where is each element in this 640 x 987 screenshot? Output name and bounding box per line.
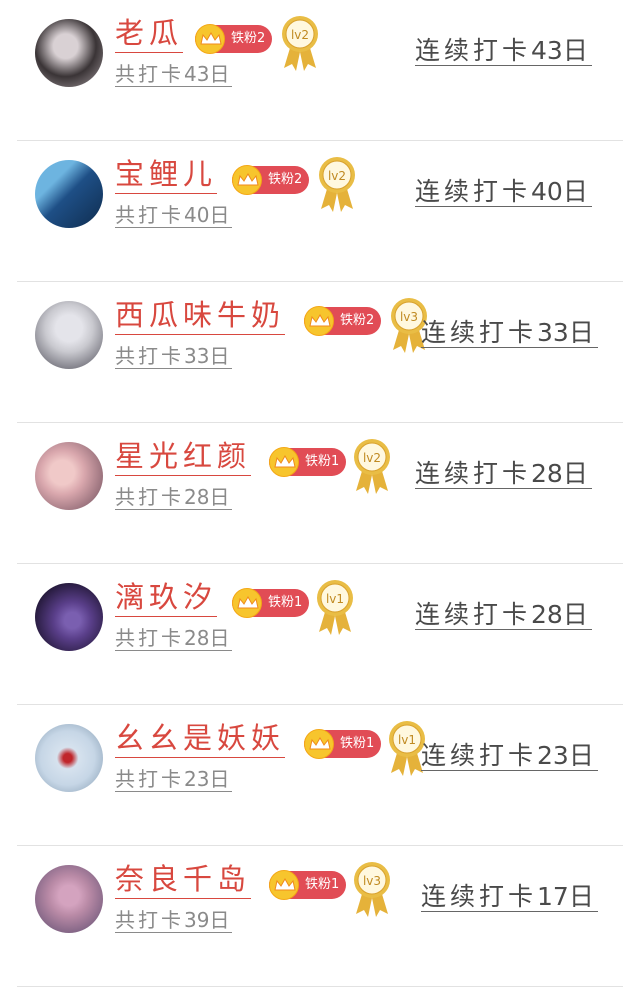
streak-checkin: 连续打卡28日	[415, 600, 592, 630]
total-checkin: 共打卡43日	[115, 62, 233, 87]
user-name[interactable]: 奈良千岛	[115, 860, 252, 899]
fan-badge-label: 铁粉2	[268, 172, 303, 187]
list-item[interactable]: 幺幺是妖妖 铁粉1 lv1 共打卡23日 连续打卡23日	[17, 705, 623, 846]
fan-badge-label: 铁粉1	[268, 595, 303, 610]
level-label: lv3	[400, 310, 418, 324]
list-item[interactable]: 星光红颜 铁粉1 lv2 共打卡28日 连续打卡28日	[17, 423, 623, 564]
user-name[interactable]: 老瓜	[115, 14, 184, 53]
streak-checkin: 连续打卡23日	[421, 741, 598, 771]
user-name[interactable]: 宝鲤儿	[115, 155, 218, 194]
total-checkin: 共打卡28日	[115, 626, 233, 651]
crown-icon	[195, 24, 225, 54]
avatar[interactable]	[35, 865, 103, 933]
avatar[interactable]	[35, 160, 103, 228]
list-item[interactable]: 老瓜 铁粉2 lv2 共打卡43日 连续打卡43日	[17, 0, 623, 141]
crown-icon	[304, 729, 334, 759]
fan-badge-label: 铁粉2	[231, 31, 266, 46]
list-item[interactable]: 奈良千岛 铁粉1 lv3 共打卡39日 连续打卡17日	[17, 846, 623, 987]
fan-badge: 铁粉1	[269, 870, 347, 900]
streak-checkin: 连续打卡43日	[415, 36, 592, 66]
level-label: lv1	[398, 733, 416, 747]
level-medal-icon: lv2	[282, 16, 318, 71]
fan-badge: 铁粉1	[232, 588, 310, 618]
level-label: lv2	[328, 169, 346, 183]
fan-badge-label: 铁粉1	[305, 877, 340, 892]
user-name[interactable]: 星光红颜	[115, 437, 252, 476]
streak-checkin: 连续打卡17日	[421, 882, 598, 912]
avatar[interactable]	[35, 442, 103, 510]
crown-icon	[269, 447, 299, 477]
fan-badge-label: 铁粉1	[305, 454, 340, 469]
list-item[interactable]: 漓玖汐 铁粉1 lv1 共打卡28日 连续打卡28日	[17, 564, 623, 705]
avatar[interactable]	[35, 583, 103, 651]
level-medal-icon: lv2	[319, 157, 355, 212]
avatar[interactable]	[35, 301, 103, 369]
list-item[interactable]: 西瓜味牛奶 铁粉2 lv3 共打卡33日 连续打卡33日	[17, 282, 623, 423]
crown-icon	[304, 306, 334, 336]
list-item[interactable]: 宝鲤儿 铁粉2 lv2 共打卡40日 连续打卡40日	[17, 141, 623, 282]
fan-badge-label: 铁粉1	[340, 736, 375, 751]
user-name[interactable]: 幺幺是妖妖	[115, 719, 286, 758]
level-label: lv2	[363, 451, 381, 465]
fan-badge: 铁粉2	[304, 306, 382, 336]
fan-badge: 铁粉1	[304, 729, 382, 759]
crown-icon	[232, 588, 262, 618]
level-label: lv2	[291, 28, 309, 42]
crown-icon	[269, 870, 299, 900]
total-checkin: 共打卡39日	[115, 908, 233, 933]
total-checkin: 共打卡40日	[115, 203, 233, 228]
level-label: lv1	[326, 592, 344, 606]
avatar[interactable]	[35, 724, 103, 792]
fan-badge: 铁粉1	[269, 447, 347, 477]
total-checkin: 共打卡23日	[115, 767, 233, 792]
fan-badge: 铁粉2	[195, 24, 273, 54]
avatar[interactable]	[35, 19, 103, 87]
total-checkin: 共打卡33日	[115, 344, 233, 369]
total-checkin: 共打卡28日	[115, 485, 233, 510]
crown-icon	[232, 165, 262, 195]
level-medal-icon: lv2	[354, 439, 390, 494]
fan-badge: 铁粉2	[232, 165, 310, 195]
user-name[interactable]: 漓玖汐	[115, 578, 218, 617]
streak-checkin: 连续打卡40日	[415, 177, 592, 207]
level-label: lv3	[363, 874, 381, 888]
level-medal-icon: lv1	[317, 580, 353, 635]
streak-checkin: 连续打卡28日	[415, 459, 592, 489]
fan-badge-label: 铁粉2	[340, 313, 375, 328]
checkin-leaderboard: 老瓜 铁粉2 lv2 共打卡43日 连续打卡43日 宝鲤儿 铁粉2 lv2 共打…	[0, 0, 640, 987]
user-name[interactable]: 西瓜味牛奶	[115, 296, 286, 335]
streak-checkin: 连续打卡33日	[421, 318, 598, 348]
level-medal-icon: lv3	[354, 862, 390, 917]
